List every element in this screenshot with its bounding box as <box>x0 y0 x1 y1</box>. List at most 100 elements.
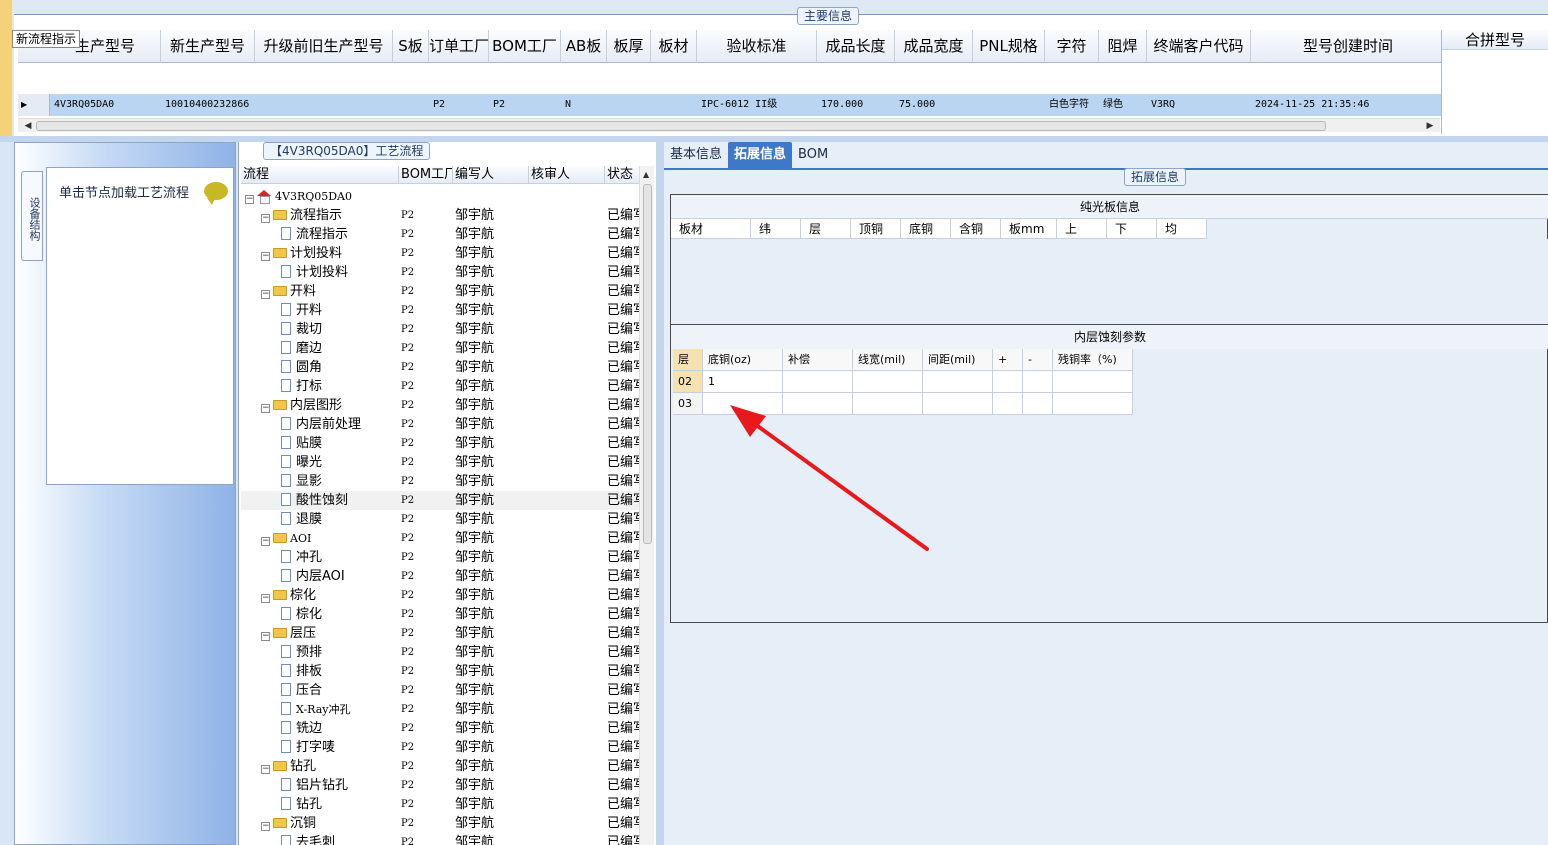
grid-cell[interactable]: 75.000 <box>895 94 973 116</box>
grid-cell[interactable] <box>607 94 651 116</box>
bare-board-column-header[interactable]: 底铜 <box>901 219 951 239</box>
tree-row[interactable]: 酸性蚀刻 P2 邹宇航 已编写 <box>241 491 641 510</box>
tree-node-cell[interactable]: − 计划投料 <box>241 244 399 263</box>
bare-board-column-header[interactable]: 层 <box>801 219 851 239</box>
tab-extended-info[interactable]: 拓展信息 <box>728 142 793 168</box>
scroll-thumb[interactable] <box>36 121 1326 131</box>
column-header[interactable]: BOM工厂 <box>489 30 561 63</box>
scroll-right-icon[interactable]: ▶ <box>1422 119 1438 133</box>
column-header[interactable]: PNL规格 <box>973 30 1045 63</box>
etch-param-cell[interactable] <box>993 393 1023 415</box>
tree-node-cell[interactable]: − 层压 <box>241 624 399 643</box>
tree-row[interactable]: 排板 P2 邹宇航 已编写 <box>241 662 641 681</box>
table-row[interactable]: 03 <box>673 393 1133 415</box>
tree-node-cell[interactable]: − 沉铜 <box>241 814 399 833</box>
column-header[interactable]: 验收标准 <box>697 30 817 63</box>
tree-node-cell[interactable]: 压合 <box>241 681 399 700</box>
etch-column-header[interactable]: 补偿 <box>783 349 853 371</box>
tree-node-cell[interactable]: 钻孔 <box>241 795 399 814</box>
etch-param-cell[interactable] <box>1053 371 1133 393</box>
tree-row[interactable]: 压合 P2 邹宇航 已编写 <box>241 681 641 700</box>
tree-node-cell[interactable]: 裁切 <box>241 320 399 339</box>
tree-node-cell[interactable]: 铣边 <box>241 719 399 738</box>
column-header[interactable]: S板 <box>393 30 429 63</box>
tree-node-cell[interactable]: 流程指示 <box>241 225 399 244</box>
tree-row[interactable]: − AOI P2 邹宇航 已编写 <box>241 529 641 548</box>
etch-param-cell[interactable] <box>1023 371 1053 393</box>
bare-board-column-header[interactable]: 纬 <box>751 219 801 239</box>
tree-node-cell[interactable]: 酸性蚀刻 <box>241 491 399 510</box>
load-flow-hint[interactable]: 单击节点加载工艺流程 <box>59 182 189 201</box>
tree-row[interactable]: − 计划投料 P2 邹宇航 已编写 <box>241 244 641 263</box>
bare-board-column-header[interactable]: 顶铜 <box>851 219 901 239</box>
tree-node-cell[interactable]: 磨边 <box>241 339 399 358</box>
bare-board-column-header[interactable]: 下 <box>1107 219 1157 239</box>
tab-bom[interactable]: BOM <box>792 142 834 168</box>
tree-node-cell[interactable]: 开料 <box>241 301 399 320</box>
collapse-icon[interactable]: − <box>261 765 270 774</box>
tree-row[interactable]: 圆角 P2 邹宇航 已编写 <box>241 358 641 377</box>
tree-row[interactable]: 打字唛 P2 邹宇航 已编写 <box>241 738 641 757</box>
tree-column-header[interactable]: 流程 <box>241 166 399 184</box>
tree-row[interactable]: 开料 P2 邹宇航 已编写 <box>241 301 641 320</box>
tree-row[interactable]: 铝片钻孔 P2 邹宇航 已编写 <box>241 776 641 795</box>
bare-board-column-header[interactable]: 上 <box>1057 219 1107 239</box>
column-header[interactable]: 阻焊 <box>1099 30 1147 63</box>
tree-node-cell[interactable]: 内层前处理 <box>241 415 399 434</box>
tree-row[interactable]: − 沉铜 P2 邹宇航 已编写 <box>241 814 641 833</box>
column-header[interactable]: 终端客户代码 <box>1147 30 1251 63</box>
tree-node-cell[interactable]: − 钻孔 <box>241 757 399 776</box>
bare-board-column-header[interactable]: 含铜 <box>951 219 1001 239</box>
scroll-thumb[interactable] <box>643 184 652 544</box>
tree-node-cell[interactable]: 退膜 <box>241 510 399 529</box>
tree-vertical-scrollbar[interactable]: ▲ <box>639 166 654 845</box>
grid-cell[interactable]: 10010400232866 <box>161 94 255 116</box>
etch-param-cell[interactable] <box>783 393 853 415</box>
tree-row[interactable]: 磨边 P2 邹宇航 已编写 <box>241 339 641 358</box>
tab-basic-info[interactable]: 基本信息 <box>664 142 728 168</box>
grid-cell[interactable]: 2024-11-25 21:35:46 <box>1251 94 1446 116</box>
tree-node-cell[interactable]: 打字唛 <box>241 738 399 757</box>
grid-cell[interactable]: 4V3RQ05DA0 <box>50 94 161 116</box>
column-header[interactable]: 升级前旧生产型号 <box>255 30 393 63</box>
etch-param-cell[interactable] <box>1053 393 1133 415</box>
collapse-icon[interactable]: − <box>261 537 270 546</box>
grid-cell[interactable]: 170.000 <box>817 94 895 116</box>
column-header[interactable]: 成品宽度 <box>895 30 973 63</box>
column-header[interactable]: 新生产型号 <box>161 30 255 63</box>
etch-param-cell[interactable] <box>923 371 993 393</box>
etch-param-cell[interactable] <box>1023 393 1053 415</box>
tree-node-cell[interactable]: − 棕化 <box>241 586 399 605</box>
grid-cell[interactable]: 白色字符 <box>1045 94 1099 116</box>
column-header[interactable]: 订单工厂 <box>429 30 489 63</box>
etch-param-cell[interactable]: 1 <box>703 371 783 393</box>
grid-cell[interactable] <box>973 94 1045 116</box>
tree-node-cell[interactable]: 曝光 <box>241 453 399 472</box>
column-header[interactable]: AB板 <box>561 30 607 63</box>
collapse-icon[interactable]: − <box>261 290 270 299</box>
tree-node-cell[interactable]: 去毛刺 <box>241 833 399 845</box>
tree-row[interactable]: 内层AOI P2 邹宇航 已编写 <box>241 567 641 586</box>
inner-etch-params-table[interactable]: 层底铜(oz) 补偿 线宽(mil) 间距(mil) + - 残铜率（%) 02 1 03 <box>673 349 1133 415</box>
grid-cell[interactable]: P2 <box>429 94 489 116</box>
tree-row[interactable]: − 4V3RQ05DA0 <box>241 187 641 206</box>
scroll-up-icon[interactable]: ▲ <box>643 170 649 179</box>
grid-cell[interactable]: N <box>561 94 607 116</box>
collapse-icon[interactable]: − <box>261 594 270 603</box>
tree-row[interactable]: 钻孔 P2 邹宇航 已编写 <box>241 795 641 814</box>
tree-node-cell[interactable]: 显影 <box>241 472 399 491</box>
grid-cell[interactable]: V3RQ <box>1147 94 1251 116</box>
tree-node-cell[interactable]: − AOI <box>241 529 399 548</box>
etch-param-cell[interactable] <box>993 371 1023 393</box>
tree-node-cell[interactable]: − 流程指示 <box>241 206 399 225</box>
etch-column-header[interactable]: 间距(mil) <box>923 349 993 371</box>
tree-row[interactable]: 内层前处理 P2 邹宇航 已编写 <box>241 415 641 434</box>
column-header[interactable]: 板材 <box>651 30 697 63</box>
collapse-icon[interactable]: − <box>261 404 270 413</box>
tree-row[interactable]: 显影 P2 邹宇航 已编写 <box>241 472 641 491</box>
grid-cell[interactable]: P2 <box>489 94 561 116</box>
tree-column-header[interactable]: 状态 <box>605 166 641 184</box>
etch-column-header[interactable]: - <box>1023 349 1053 371</box>
tree-node-cell[interactable]: 冲孔 <box>241 548 399 567</box>
tree-node-cell[interactable]: 计划投料 <box>241 263 399 282</box>
